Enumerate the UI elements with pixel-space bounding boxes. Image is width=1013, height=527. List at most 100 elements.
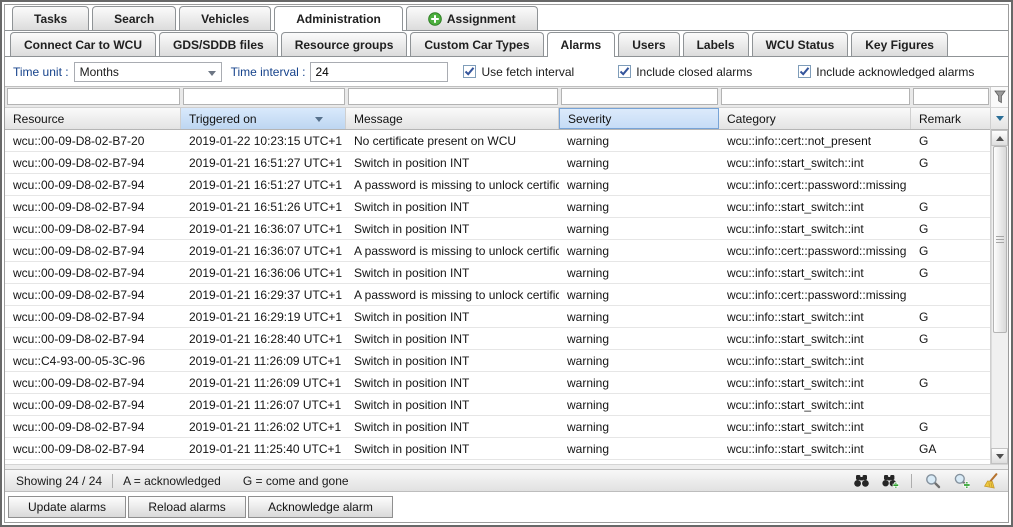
tab-assignment[interactable]: Assignment	[406, 6, 538, 30]
column-header-triggered-on[interactable]: Triggered on	[181, 108, 346, 129]
tab-label: Search	[114, 12, 154, 26]
cell-resource: wcu::00-09-D8-02-B7-94	[5, 288, 181, 302]
table-row[interactable]: wcu::00-09-D8-02-B7-94 2019-01-21 16:51:…	[5, 196, 990, 218]
tab-labels[interactable]: Labels	[683, 32, 749, 56]
filter-input-severity[interactable]	[561, 88, 718, 105]
cell-category: wcu::info::start_switch::int	[719, 442, 911, 456]
cell-triggered-on: 2019-01-21 11:26:09 UTC+1	[181, 376, 346, 390]
tab-vehicles[interactable]: Vehicles	[179, 6, 271, 30]
cell-triggered-on: 2019-01-21 16:29:19 UTC+1	[181, 310, 346, 324]
grip-line	[996, 242, 1004, 243]
table-row[interactable]: wcu::C4-93-00-05-3C-96 2019-01-21 11:26:…	[5, 350, 990, 372]
status-toolbar	[852, 473, 1000, 489]
binoculars-icon[interactable]	[852, 473, 870, 489]
table-row[interactable]: wcu::00-09-D8-02-B7-94 2019-01-21 16:29:…	[5, 306, 990, 328]
filter-input-triggered-on[interactable]	[183, 88, 345, 105]
table-row[interactable]: wcu::00-09-D8-02-B7-94 2019-01-21 16:36:…	[5, 262, 990, 284]
filter-input-message[interactable]	[348, 88, 558, 105]
checkbox-use-fetch-interval[interactable]: Use fetch interval	[463, 65, 574, 79]
time-interval-input[interactable]	[310, 62, 448, 82]
application-window: Tasks Search Vehicles Administration Ass…	[0, 0, 1013, 527]
reload-alarms-button[interactable]: Reload alarms	[128, 496, 245, 518]
table-row[interactable]: wcu::00-09-D8-02-B7-94 2019-01-21 16:29:…	[5, 284, 990, 306]
scroll-down-button[interactable]	[991, 448, 1008, 464]
acknowledge-alarm-button[interactable]: Acknowledge alarm	[248, 496, 393, 518]
checkbox-include-acknowledged-alarms[interactable]: Include acknowledged alarms	[798, 65, 974, 79]
tab-label: Alarms	[561, 38, 602, 52]
broom-icon[interactable]	[982, 473, 1000, 489]
binoculars-add-icon[interactable]	[881, 473, 899, 489]
cell-resource: wcu::00-09-D8-02-B7-94	[5, 200, 181, 214]
column-header-severity[interactable]: Severity	[559, 108, 719, 129]
column-header-message[interactable]: Message	[346, 108, 559, 129]
grip-line	[996, 236, 1004, 237]
cell-resource: wcu::00-09-D8-02-B7-20	[5, 134, 181, 148]
table-row[interactable]: wcu::00-09-D8-02-B7-94 2019-01-21 11:26:…	[5, 394, 990, 416]
cell-triggered-on: 2019-01-21 16:51:26 UTC+1	[181, 200, 346, 214]
table-row[interactable]: wcu::00-09-D8-02-B7-94 2019-01-21 16:51:…	[5, 174, 990, 196]
column-menu-button[interactable]	[991, 108, 1008, 130]
table-row[interactable]: wcu::00-09-D8-02-B7-94 2019-01-21 16:36:…	[5, 240, 990, 262]
column-header-resource[interactable]: Resource	[5, 108, 181, 129]
magnifier-icon[interactable]	[924, 473, 942, 489]
cell-category: wcu::info::start_switch::int	[719, 420, 911, 434]
cell-triggered-on: 2019-01-21 16:51:27 UTC+1	[181, 178, 346, 192]
tab-wcu-status[interactable]: WCU Status	[752, 32, 849, 56]
grid-filter-button[interactable]	[991, 87, 1008, 108]
footer-button-bar: Update alarms Reload alarms Acknowledge …	[5, 492, 1008, 522]
tab-label: WCU Status	[766, 38, 835, 52]
checkbox-icon	[463, 65, 476, 78]
update-alarms-button[interactable]: Update alarms	[8, 496, 126, 518]
scroll-up-button[interactable]	[991, 130, 1008, 146]
cell-remark: G	[911, 156, 990, 170]
cell-severity: warning	[559, 200, 719, 214]
tab-users[interactable]: Users	[618, 32, 679, 56]
scrollbar-track[interactable]	[991, 146, 1008, 448]
table-row[interactable]: wcu::00-09-D8-02-B7-20 2019-01-22 10:23:…	[5, 130, 990, 152]
tab-connect-car-to-wcu[interactable]: Connect Car to WCU	[10, 32, 156, 56]
time-interval-label: Time interval :	[231, 65, 306, 79]
tab-administration[interactable]: Administration	[274, 6, 403, 31]
tab-custom-car-types[interactable]: Custom Car Types	[410, 32, 543, 56]
cell-severity: warning	[559, 442, 719, 456]
tab-alarms[interactable]: Alarms	[547, 32, 616, 57]
cell-resource: wcu::00-09-D8-02-B7-94	[5, 222, 181, 236]
checkbox-include-closed-alarms[interactable]: Include closed alarms	[618, 65, 752, 79]
table-row[interactable]: wcu::00-09-D8-02-B7-94 2019-01-21 16:51:…	[5, 152, 990, 174]
cell-resource: wcu::00-09-D8-02-B7-94	[5, 442, 181, 456]
tab-resource-groups[interactable]: Resource groups	[281, 32, 408, 56]
column-label: Message	[354, 112, 403, 126]
time-unit-select[interactable]: Months	[74, 62, 222, 82]
cell-message: Switch in position INT	[346, 310, 559, 324]
table-body: wcu::00-09-D8-02-B7-20 2019-01-22 10:23:…	[5, 130, 990, 464]
tab-tasks[interactable]: Tasks	[12, 6, 89, 30]
cell-triggered-on: 2019-01-21 16:29:37 UTC+1	[181, 288, 346, 302]
filter-input-resource[interactable]	[7, 88, 180, 105]
column-header-remark[interactable]: Remark	[911, 108, 990, 129]
magnifier-add-icon[interactable]	[953, 473, 971, 489]
filter-input-remark[interactable]	[913, 88, 989, 105]
filter-input-category[interactable]	[721, 88, 910, 105]
cell-message: Switch in position INT	[346, 222, 559, 236]
table-row[interactable]: wcu::00-09-D8-02-B7-94 2019-01-21 11:26:…	[5, 416, 990, 438]
cell-category: wcu::info::start_switch::int	[719, 156, 911, 170]
table-row[interactable]: wcu::00-09-D8-02-B7-94 2019-01-21 11:25:…	[5, 438, 990, 460]
tab-label: GDS/SDDB files	[173, 38, 264, 52]
time-unit-value: Months	[80, 65, 119, 79]
scrollbar-thumb[interactable]	[993, 146, 1007, 333]
tab-key-figures[interactable]: Key Figures	[851, 32, 948, 56]
checkbox-icon	[798, 65, 811, 78]
cell-severity: warning	[559, 332, 719, 346]
cell-remark: GA	[911, 442, 990, 456]
cell-remark: G	[911, 222, 990, 236]
cell-category: wcu::info::cert::not_present	[719, 134, 911, 148]
divider	[911, 474, 912, 488]
table-row[interactable]: wcu::00-09-D8-02-B7-94 2019-01-21 11:26:…	[5, 372, 990, 394]
table-row[interactable]: wcu::00-09-D8-02-B7-94 2019-01-21 16:36:…	[5, 218, 990, 240]
tab-search[interactable]: Search	[92, 6, 176, 30]
tab-gds-sddb-files[interactable]: GDS/SDDB files	[159, 32, 278, 56]
table-row[interactable]: wcu::00-09-D8-02-B7-94 2019-01-21 16:28:…	[5, 328, 990, 350]
column-header-category[interactable]: Category	[719, 108, 911, 129]
cell-severity: warning	[559, 222, 719, 236]
status-bar: Showing 24 / 24 A = acknowledged G = com…	[5, 469, 1008, 492]
